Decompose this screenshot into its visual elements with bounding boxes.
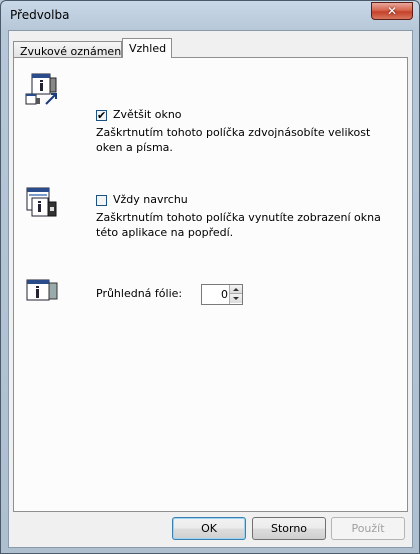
preferences-dialog: Předvolba ✕ Zvukové oznámení Vzhled ✔ Zv… — [0, 0, 420, 554]
appearance-panel: ✔ Zvětšit okno Zaškrtnutím tohoto políčk… — [13, 57, 408, 512]
close-icon: ✕ — [386, 4, 398, 18]
transparency-icon — [26, 279, 58, 301]
transparency-spinner[interactable]: 0 — [201, 284, 243, 305]
transparency-label: Průhledná fólie: — [96, 287, 183, 300]
always-on-top-icon — [26, 187, 57, 217]
window-title: Předvolba — [10, 8, 70, 22]
ok-button[interactable]: OK — [172, 517, 246, 540]
title-bar[interactable]: Předvolba ✕ — [1, 1, 419, 29]
always-on-top-label: Vždy navrchu — [113, 193, 188, 206]
close-button[interactable]: ✕ — [371, 2, 413, 20]
arrow-down-icon — [233, 297, 239, 300]
apply-button[interactable]: Použít — [331, 517, 405, 540]
enlarge-window-description: Zaškrtnutím tohoto políčka zdvojnásobíte… — [96, 126, 371, 154]
spinner-buttons — [229, 285, 242, 304]
always-on-top-checkbox[interactable] — [96, 195, 107, 206]
enlarge-window-label: Zvětšit okno — [113, 108, 182, 121]
tab-sound-notification[interactable]: Zvukové oznámení — [13, 41, 124, 58]
spin-down-button[interactable] — [230, 294, 242, 303]
enlarge-window-checkbox[interactable]: ✔ — [96, 110, 107, 121]
dialog-client: Zvukové oznámení Vzhled ✔ Zvětšit okno Z… — [8, 30, 413, 548]
spin-up-button[interactable] — [230, 285, 242, 294]
tab-appearance[interactable]: Vzhled — [122, 38, 172, 58]
transparency-value[interactable]: 0 — [221, 288, 228, 301]
always-on-top-description: Zaškrtnutím tohoto políčka vynutíte zobr… — [96, 211, 381, 239]
enlarge-window-icon — [25, 73, 57, 105]
arrow-up-icon — [233, 288, 239, 291]
cancel-button[interactable]: Storno — [252, 517, 326, 540]
